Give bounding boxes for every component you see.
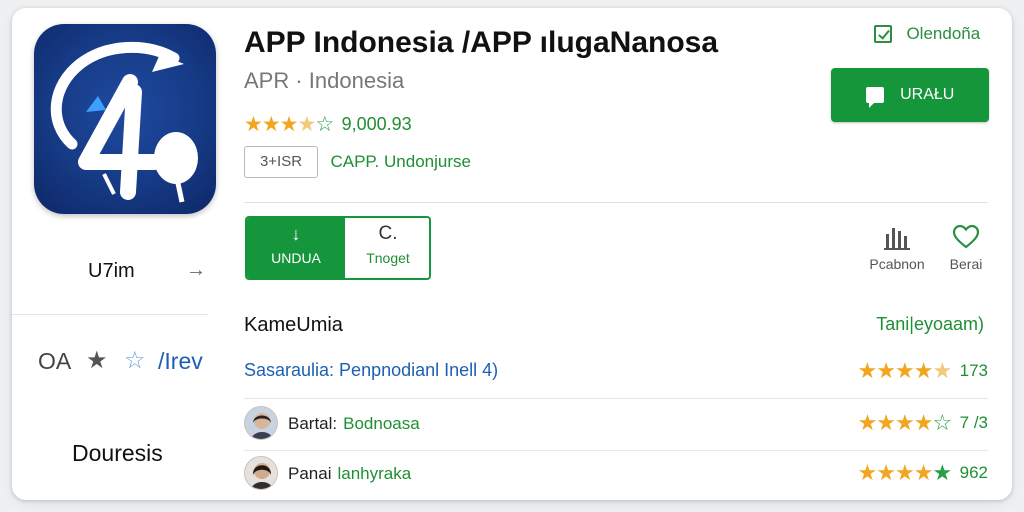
- review-item[interactable]: Panai lanhyraka ★★★★★ 962: [244, 456, 988, 492]
- reviewer: Bartal: Bodnoasa: [288, 414, 420, 434]
- wishlist-label: Olendoña: [906, 24, 981, 43]
- heart-icon: [938, 222, 994, 252]
- chat-bubble-icon: [865, 87, 884, 108]
- star-outline-icon[interactable]: ☆: [124, 346, 146, 375]
- review-rating: ★★★★☆ 7 /3: [858, 410, 988, 436]
- review-stars: ★★★★★: [857, 460, 953, 485]
- reviewer-name: Panai: [288, 464, 332, 483]
- review-score: 7 /3: [959, 413, 988, 432]
- install-button[interactable]: URAŁU: [831, 68, 989, 122]
- reviewer: Panai lanhyraka: [288, 464, 411, 484]
- qa-review-link[interactable]: /Irev: [158, 348, 203, 375]
- size-label: U7im: [88, 260, 135, 282]
- review-rating: ★★★★★ 962: [858, 460, 988, 486]
- age-rating-badge: 3+ISR: [244, 146, 318, 178]
- download-label: UNDUA: [271, 250, 321, 266]
- developer-link[interactable]: CAPP. Undonjurse: [330, 152, 471, 172]
- avatar: [244, 406, 278, 440]
- favorite-label: Berai: [949, 256, 983, 272]
- review-stars: ★★★★☆: [857, 410, 953, 435]
- review-summary-text[interactable]: Sasaraulia: Penpnodianl Inell 4): [244, 360, 498, 381]
- row-divider: [244, 450, 988, 451]
- install-label: URAŁU: [900, 86, 955, 103]
- download-arrow-icon: ↓: [291, 224, 301, 244]
- left-divider: [12, 314, 208, 315]
- review-text: Bodnoasa: [343, 414, 420, 433]
- qa-label: OA: [38, 348, 72, 374]
- chart-label: Pcabnon: [869, 256, 925, 272]
- review-summary-row[interactable]: Sasaraulia: Penpnodianl Inell 4) ★★★★★ 1…: [244, 354, 988, 390]
- bar-chart-icon: [860, 222, 934, 252]
- target-button[interactable]: C. Tnoget: [345, 218, 429, 278]
- summary-rating: ★★★★★ 173: [858, 358, 988, 384]
- bookmark-check-icon: [874, 25, 892, 43]
- review-score: 962: [959, 463, 988, 482]
- reviewer-name: Bartal:: [288, 414, 338, 433]
- row-divider: [244, 398, 988, 399]
- action-segment: ↓ UNDUA C. Tnoget: [245, 216, 431, 280]
- summary-score: 173: [959, 361, 988, 380]
- app-listing-card: U7im → OA ★ ☆ /Irev Douresis APP Indones…: [12, 8, 1012, 500]
- reviews-filter[interactable]: Tani|eyoaam): [876, 314, 984, 335]
- review-item[interactable]: Bartal: Bodnoasa ★★★★☆ 7 /3: [244, 406, 988, 442]
- size-row[interactable]: U7im →: [12, 256, 212, 286]
- app-logo-icon: [34, 24, 216, 214]
- app-rating: ★★★★☆ 9,000.93: [244, 112, 412, 138]
- rating-value: 9,000.93: [341, 114, 412, 134]
- rating-stars: ★★★★☆: [244, 113, 334, 136]
- refresh-icon: C.: [378, 223, 398, 244]
- app-logo-4-icon: [50, 41, 198, 203]
- app-title: APP Indonesia /APP ılugaNanosa: [244, 26, 719, 59]
- star-icon: ★: [86, 347, 108, 374]
- download-button[interactable]: ↓ UNDUA: [247, 218, 345, 278]
- wishlist-button[interactable]: Olendoña: [874, 24, 980, 48]
- qa-row: OA ★ ☆ /Irev: [12, 346, 212, 376]
- header-divider: [244, 202, 988, 203]
- chevron-right-icon[interactable]: →: [186, 259, 206, 282]
- target-label: Tnoget: [366, 250, 410, 266]
- avatar: [244, 456, 278, 490]
- summary-stars: ★★★★★: [857, 358, 953, 383]
- reviews-heading: KameUmia: [244, 314, 343, 336]
- docs-label[interactable]: Douresis: [72, 440, 163, 467]
- chart-action[interactable]: Pcabnon: [860, 222, 934, 272]
- app-subtitle: APR · Indonesia: [244, 68, 405, 93]
- age-developer-row: 3+ISR CAPP. Undonjurse: [244, 146, 471, 180]
- favorite-action[interactable]: Berai: [938, 222, 994, 272]
- review-text: lanhyraka: [337, 464, 412, 483]
